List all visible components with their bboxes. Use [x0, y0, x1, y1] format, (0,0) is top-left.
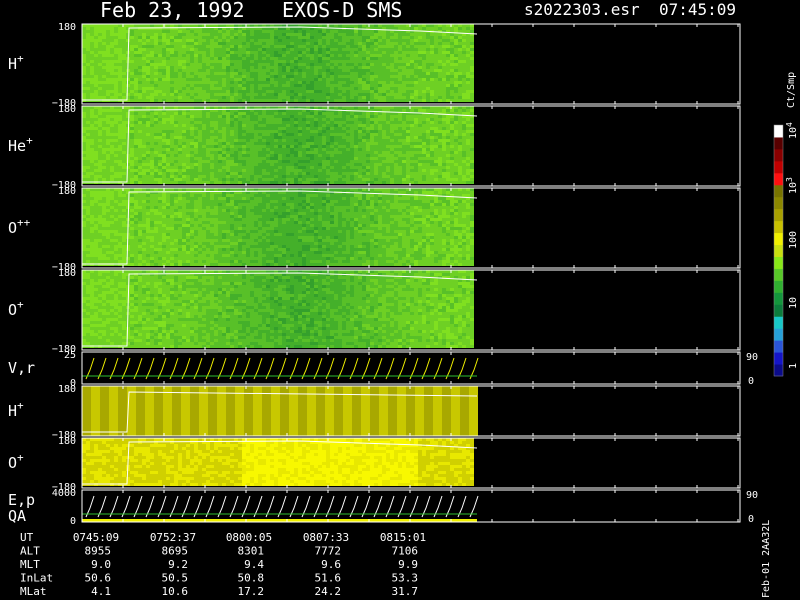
orbit-table: UT 0745:09 0752:37 0800:05 0807:33 0815:01 ALT…: [20, 531, 426, 598]
table-row-label: MLat: [20, 585, 47, 598]
table-cell: 50.8: [238, 572, 265, 585]
panel-ymax: 180: [58, 268, 76, 279]
colorbar: 1 10 100 103 104: [773, 122, 799, 377]
table-cell: 8695: [162, 545, 189, 558]
colorbar-cell: [774, 208, 783, 222]
panel-1: He+180−180: [8, 104, 741, 191]
panel-label: He+: [8, 134, 33, 155]
table-cell: 50.5: [162, 572, 189, 585]
panel-bg: [82, 490, 740, 522]
panel-2: O++180−180: [8, 186, 741, 273]
table-cell: 9.9: [398, 558, 418, 571]
panel-3: O+180−180: [8, 268, 741, 355]
table-cell: 7106: [392, 545, 419, 558]
panel-label: H+: [8, 52, 24, 73]
table-cell: 10.6: [162, 585, 189, 598]
exos-d-sms-plot: Feb 23, 1992 EXOS-D SMS s2022303.esr 07:…: [8, 0, 799, 598]
table-row-label: UT: [20, 531, 34, 544]
panel-label-2: QA: [8, 507, 26, 525]
table-cell: 0800:05: [226, 531, 272, 544]
table-cell: 0815:01: [380, 531, 426, 544]
panel-ymax: 180: [58, 186, 76, 197]
colorbar-tick-label: 1: [788, 363, 799, 369]
colorbar-cell: [774, 316, 783, 329]
colorbar-cell: [774, 220, 783, 234]
colorbar-cell: [774, 268, 783, 281]
colorbar-cell: [774, 184, 783, 198]
panel-ymax: 180: [58, 384, 76, 395]
table-cell: 8301: [238, 545, 265, 558]
panel-ymax: 180: [58, 436, 76, 447]
colorbar-tick-label: 100: [788, 231, 799, 249]
table-cell: 50.6: [85, 572, 112, 585]
table-row-label: MLT: [20, 558, 40, 571]
colorbar-cell: [774, 256, 783, 269]
colorbar-cell: [774, 196, 783, 210]
colorbar-cell: [774, 340, 783, 353]
colorbar-cell: [774, 304, 783, 317]
table-cell: 4.1: [91, 585, 111, 598]
colorbar-cell: [774, 292, 783, 305]
panel-ymax: 180: [58, 104, 76, 115]
colorbar-cell: [774, 172, 783, 186]
side-label: Feb-01 2AA32L: [761, 520, 772, 598]
header-date: Feb 23, 1992: [100, 0, 245, 22]
colorbar-cell: [774, 352, 783, 365]
colorbar-cell: [774, 136, 783, 150]
table-cell: 9.4: [244, 558, 264, 571]
table-cell: 7772: [315, 545, 342, 558]
colorbar-tick-label: 10: [788, 297, 799, 309]
colorbar-cell: [774, 232, 783, 246]
panel-7: E,pQA40000900: [8, 488, 758, 527]
colorbar-cell: [774, 148, 783, 162]
panel-rmin: 0: [748, 376, 754, 387]
table-row-label: ALT: [20, 545, 40, 558]
table-cell: 17.2: [238, 585, 265, 598]
colorbar-cell: [774, 280, 783, 293]
table-cell: 0745:09: [73, 531, 119, 544]
panel-bg: [82, 352, 740, 384]
panel-5: H+180−180: [8, 384, 741, 441]
colorbar-tick-label: 104: [785, 122, 799, 139]
panel-4: V,r250900: [8, 350, 758, 389]
table-cell: 9.0: [91, 558, 111, 571]
panel-ymax: 4000: [52, 488, 76, 499]
colorbar-unit: Ct/Smp: [786, 72, 797, 108]
table-cell: 51.6: [315, 572, 342, 585]
colorbar-cell: [774, 244, 783, 257]
colorbar-cell: [774, 125, 783, 138]
panel-ymax: 25: [64, 350, 76, 361]
table-cell: 0752:37: [150, 531, 196, 544]
panel-label: V,r: [8, 359, 35, 377]
panel-0: H+180−180: [8, 22, 741, 109]
table-cell: 8955: [85, 545, 112, 558]
header-file: s2022303.esr: [524, 0, 640, 19]
panel-ymin: 0: [70, 516, 76, 527]
table-cell: 31.7: [392, 585, 419, 598]
colorbar-cell: [774, 160, 783, 174]
header-time: 07:45:09: [659, 0, 736, 19]
panel-rmax: 90: [746, 490, 758, 501]
panel-6: O+180−180: [8, 436, 741, 493]
colorbar-cell: [774, 364, 783, 377]
table-row-label: InLat: [20, 572, 53, 585]
table-cell: 53.3: [392, 572, 419, 585]
panel-ymax: 180: [58, 22, 76, 33]
table-cell: 24.2: [315, 585, 342, 598]
table-cell: 9.2: [168, 558, 188, 571]
panel-rmax: 90: [746, 352, 758, 363]
colorbar-cell: [774, 328, 783, 341]
panels: H+180−180He+180−180O++180−180O+180−180V,…: [8, 22, 758, 527]
panel-label: O++: [8, 216, 31, 237]
header-instrument: EXOS-D SMS: [282, 0, 402, 22]
panel-label: H+: [8, 399, 24, 420]
panel-rmin: 0: [748, 514, 754, 525]
panel-label: O+: [8, 298, 24, 319]
panel-label: O+: [8, 451, 24, 472]
colorbar-tick-label: 103: [785, 177, 799, 194]
table-cell: 0807:33: [303, 531, 349, 544]
table-cell: 9.6: [321, 558, 341, 571]
